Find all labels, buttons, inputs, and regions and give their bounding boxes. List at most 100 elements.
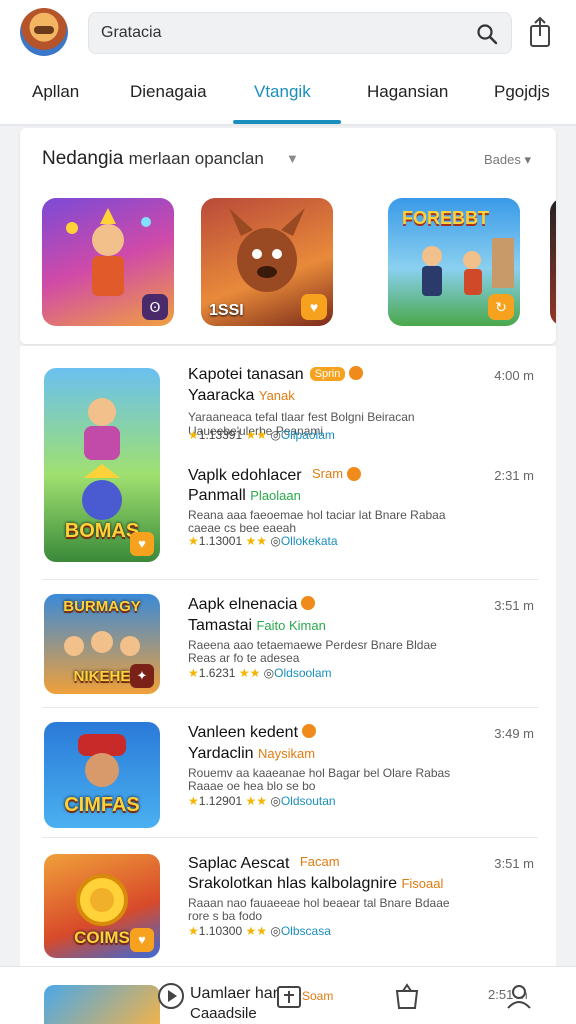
app-description-2: caeae cs bee eaeah [188,521,297,535]
app-subtitle-text: Srakolotkan hlas kalbolagnire [188,875,398,892]
app-rating: 1.13001 [198,534,243,548]
list-item[interactable]: COIMS ♥ Saplac Aescat Facam Srakolotkan … [20,838,556,966]
app-subtitle-text: Panmall [188,487,246,504]
globe-icon: ◎ [270,794,281,808]
app-link[interactable]: Olbscasa [281,924,331,938]
tab-pgojdjs[interactable]: Pgojdjs [494,82,550,102]
list-item[interactable]: CIMFAS Vanleen kedent Yardaclin Naysikam… [20,708,556,838]
compass-icon: ✦ [130,664,154,688]
heart-icon: ♥ [130,928,154,952]
rating-stars: ★★ [245,794,268,808]
app-subtitle-text: Yardaclin [188,745,254,762]
app-meta: ★1.6231 ★★ ◎Oldsoolam [188,666,332,680]
badge-icon [347,467,362,481]
account-icon[interactable] [504,981,534,1011]
tab-bar: Apllan Dienagaia Vtangik Hagansian Pgojd… [0,66,576,126]
app-name-text: Vanleen kedent [188,724,299,741]
app-tag: Facam [299,854,340,869]
chevron-down-icon[interactable]: ▼ [286,151,299,166]
heart-icon: ♥ [130,532,154,556]
app-thumbnail: BURMAGY NIKEHE ✦ [44,594,160,694]
bag-icon[interactable] [392,981,422,1011]
app-subtitle-text: Tamastai [188,617,253,634]
app-meta: ★1.13391 ★★ ◎Ollpaolam [188,428,335,442]
tab-apllan[interactable]: Apllan [32,82,79,102]
tile-label: 1SSI [209,302,244,319]
featured-game-tile-peek[interactable] [550,198,556,326]
app-tag: Sram [312,466,344,481]
app-subtitle: Srakolotkan hlas kalbolagnire Fisoaal [188,875,443,893]
globe-icon: ◎ [270,428,281,442]
app-name-text: Vaplk edohlacer [188,467,302,484]
app-meta: ★1.10300 ★★ ◎Olbscasa [188,924,331,938]
app-description: Raaan nao fauaeeae hol beaear tal Bnare … [188,896,450,910]
featured-title: Nedangia merlaan opanclan [42,148,264,170]
featured-game-tile[interactable]: FOREBBT ↻ [388,198,520,326]
app-name: Saplac Aescat Facam [188,854,340,873]
app-time: 4:00 m [494,368,534,383]
search-icon[interactable] [475,22,499,46]
app-rating: 1.13391 [198,428,243,442]
filter-dropdown[interactable]: Bades ▾ [484,152,531,168]
badge-icon [301,596,316,610]
search-input[interactable]: Gratacia [101,24,161,42]
app-name: Aapk elnenacia [188,596,316,614]
list-item[interactable]: BURMAGY NIKEHE ✦ Aapk elnenacia Tamastai… [20,580,556,708]
featured-title-main: Nedangia [42,148,124,169]
app-link[interactable]: Ollokekata [281,534,338,548]
app-subtitle-highlight: Yanak [258,388,295,403]
rating-stars: ★★ [245,924,268,938]
app-description: Yaraaneaca tefal tlaar fest Bolgni Beira… [188,410,415,424]
app-name: Vaplk edohlacer Sram [188,466,362,485]
filter-label: Bades [484,152,521,167]
tile-badge-icon: Ꙩ [142,294,168,320]
list-item[interactable]: BOMAS ♥ Kapotei tanasan Sprin Yaaracka Ya… [20,346,556,580]
thumbnail-word: CIMFAS [64,794,140,816]
badge-icon [302,724,317,738]
app-time: 3:51 m [494,598,534,613]
featured-game-tile[interactable]: Ꙩ [42,198,174,326]
app-thumbnail: COIMS ♥ [44,854,160,958]
app-subtitle-highlight: Naysikam [257,746,316,761]
featured-game-tile[interactable]: 1SSI ♥ [201,198,333,326]
globe-icon: ◎ [270,924,281,938]
featured-section: Nedangia merlaan opanclan ▼ Bades ▾ Ꙩ 1S… [20,128,556,344]
tab-vtangik[interactable]: Vtangik [254,82,311,102]
globe-icon: ◎ [263,666,275,680]
refresh-icon: ↻ [488,294,514,320]
app-list: BOMAS ♥ Kapotei tanasan Sprin Yaaracka Ya… [20,346,556,966]
app-time: 2:31 m [494,468,534,483]
app-name-text: Saplac Aescat [188,855,290,872]
app-link[interactable]: Oldsoutan [281,794,336,808]
tab-dienagaia[interactable]: Dienagaia [130,82,207,102]
play-icon[interactable] [156,981,186,1011]
star-icon: ★ [188,794,199,808]
app-rating: 1.12901 [198,794,243,808]
app-meta: ★1.13001 ★★ ◎Ollokekata [188,534,338,548]
app-description-2: Reas ar fo te adesea [188,651,300,665]
app-name-text: Kapotei tanasan [188,366,304,383]
globe-icon: ◎ [270,534,281,548]
app-subtitle-text: Yaaracka [188,387,255,404]
user-avatar[interactable] [20,8,68,56]
active-tab-indicator [233,120,341,124]
app-subtitle: Yaaracka Yanak [188,387,295,405]
app-description-2: Raaae oe hea blo se bo [188,779,316,793]
heart-icon: ♥ [301,294,327,320]
peek-tag: Soam [302,989,334,1003]
app-name: Kapotei tanasan Sprin [188,366,364,384]
search-bar[interactable]: Gratacia [88,12,512,54]
app-description-2: rore s ba fodo [188,909,263,923]
app-link[interactable]: Ollpaolam [281,428,335,442]
app-name: Vanleen kedent [188,724,317,742]
app-link[interactable]: Oldsoolam [274,666,331,680]
rating-stars: ★★ [245,534,268,548]
rating-stars: ★★ [245,428,268,442]
app-subtitle-highlight: Faito Kiman [256,618,326,633]
top-bar: Gratacia [0,0,576,66]
share-icon[interactable] [524,14,556,50]
tab-hagansian[interactable]: Hagansian [367,82,448,102]
app-rating: 1.6231 [198,666,236,680]
app-thumbnail: CIMFAS [44,722,160,828]
store-icon[interactable] [274,981,304,1011]
